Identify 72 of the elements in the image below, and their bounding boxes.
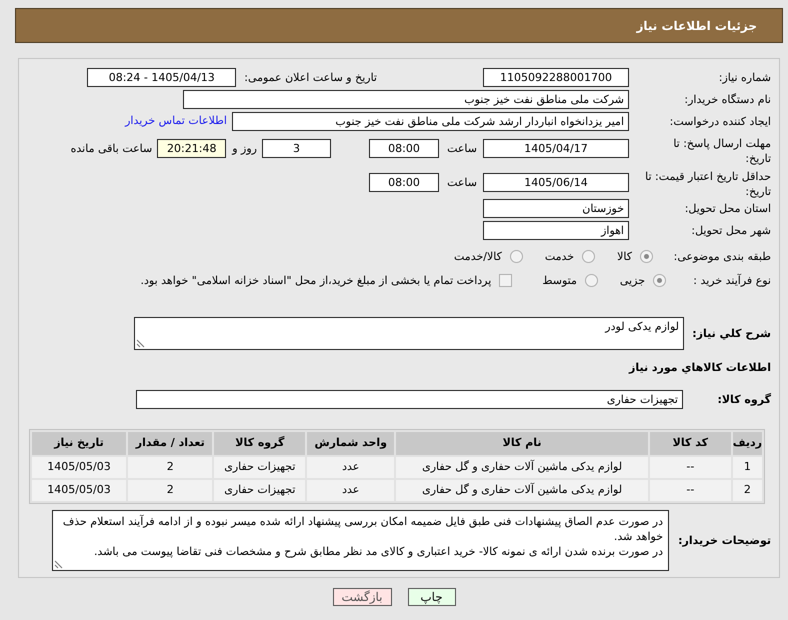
column-header: واحد شمارش [307,432,394,455]
field-label: ساعت باقی مانده [70,141,152,156]
field-label: ساعت [446,175,477,190]
validity-date-field[interactable]: 1405/06/14 [483,173,629,192]
treasury-payment-label: پرداخت تمام یا بخشی از مبلغ خرید،از محل "اسناد خزانه اسلامی" خواهد بود. [140,272,492,288]
option-label: متوسط [542,272,577,288]
field-label: تاریخ و ساعت اعلان عمومی: [244,70,377,85]
field-label: طبقه بندی موضوعی: [672,248,771,264]
table-cell: 2 [732,480,762,501]
city-field[interactable]: اهواز [483,221,629,240]
announce-date-field[interactable]: 1405/04/13 - 08:24 [87,68,236,87]
description-field[interactable]: لوازم یدکی لودر [134,317,684,350]
buyer-contact-link[interactable]: اطلاعات تماس خریدار [125,113,227,130]
radio-button[interactable] [653,274,666,286]
radio-button[interactable] [584,274,598,286]
table-cell: -- [650,457,731,478]
table-cell: 2 [128,480,212,501]
goods-group-field[interactable]: تجهیزات حفاری [136,390,683,409]
table-cell: لوازم یدکی ماشین آلات حفاری و گل حفاری [396,457,648,478]
table-cell: 2 [128,457,212,478]
need-number-field[interactable]: 1105092288001700 [483,68,629,87]
print-button[interactable]: چاپ [408,588,456,606]
field-label: ساعت [446,141,477,156]
option-label: کالا/خدمت [454,248,502,264]
radio-button[interactable] [510,250,523,262]
table-cell: عدد [307,480,394,501]
field-label: نوع فرآیند خرید : [692,272,771,288]
option-label: کالا [617,248,632,264]
column-header: تاریخ نیاز [32,432,126,455]
resize-grip-icon[interactable] [136,339,145,348]
field-label: شرح کلي نياز: [691,326,771,341]
back-button[interactable]: بازگشت [332,588,392,606]
table-cell: عدد [307,457,394,478]
table-cell: 1405/05/03 [32,457,126,478]
province-field[interactable]: خوزستان [483,199,629,218]
radio-button[interactable] [582,250,596,262]
option-label: جزیی [620,272,645,288]
buyer-org-field[interactable]: شرکت ملی مناطق نفت خیز جنوب [183,90,629,109]
field-label: مهلت ارسال پاسخ: تا تاریخ: [672,136,771,166]
field-label: نام دستگاه خریدار: [683,92,771,107]
option-label: خدمت [544,248,574,264]
field-label: توضیحات خریدار: [679,533,771,548]
column-header: نام کالا [396,432,648,455]
field-label: روز و [232,141,257,156]
resize-grip-icon[interactable] [54,560,63,569]
column-header: ردیف [732,432,762,455]
deadline-time-field[interactable]: 08:00 [369,139,439,158]
table-cell: 1 [732,457,762,478]
time-left-field[interactable]: 20:21:48 [157,139,226,158]
table-cell: 1405/05/03 [32,480,126,501]
field-label: گروه کالا: [716,392,771,407]
field-label: شهر محل تحویل: [690,223,771,238]
table-cell: تجهیزات حفاری [214,480,306,501]
requester-field[interactable]: امیر یزدانخواه انباردار ارشد شرکت ملی مناطق نفت خیز جنوب [232,112,629,131]
field-label: حداقل تاریخ اعتبار قیمت: تا تاریخ: [645,169,771,199]
page-title: جزئیات اطلاعات نیاز [636,18,757,34]
field-label: استان محل تحویل: [684,201,771,216]
checkbox[interactable] [499,274,512,286]
table-cell: لوازم یدکی ماشین آلات حفاری و گل حفاری [396,480,648,501]
days-left-field[interactable]: 3 [262,139,331,158]
column-header: کد کالا [650,432,731,455]
column-header: تعداد / مقدار [128,432,212,455]
radio-button[interactable] [640,250,653,262]
table-cell: تجهیزات حفاری [214,457,306,478]
field-label: شماره نیاز: [718,70,771,85]
validity-time-field[interactable]: 08:00 [369,173,439,192]
column-header: گروه کالا [214,432,306,455]
table-cell: -- [650,480,731,501]
section-heading: اطلاعات کالاهاي مورد نياز [629,360,771,374]
deadline-date-field[interactable]: 1405/04/17 [483,139,629,158]
field-label: ایجاد کننده درخواست: [668,114,771,129]
buyer-notes-field[interactable]: در صورت عدم الصاق پیشنهادات فنی طبق فایل ضمیمه امکان بررسی پیشنهاد ارائه شده میسر نبوده و از ادامه فرآیند استعلام حذف خواهد شد. در صورت برنده شدن ارائه ی نمونه کالا- خرید اعتباری و کالای مد نظر مطابق شرح و مشخصات فنی تقاضا پیوست می باشد. [52,510,669,571]
